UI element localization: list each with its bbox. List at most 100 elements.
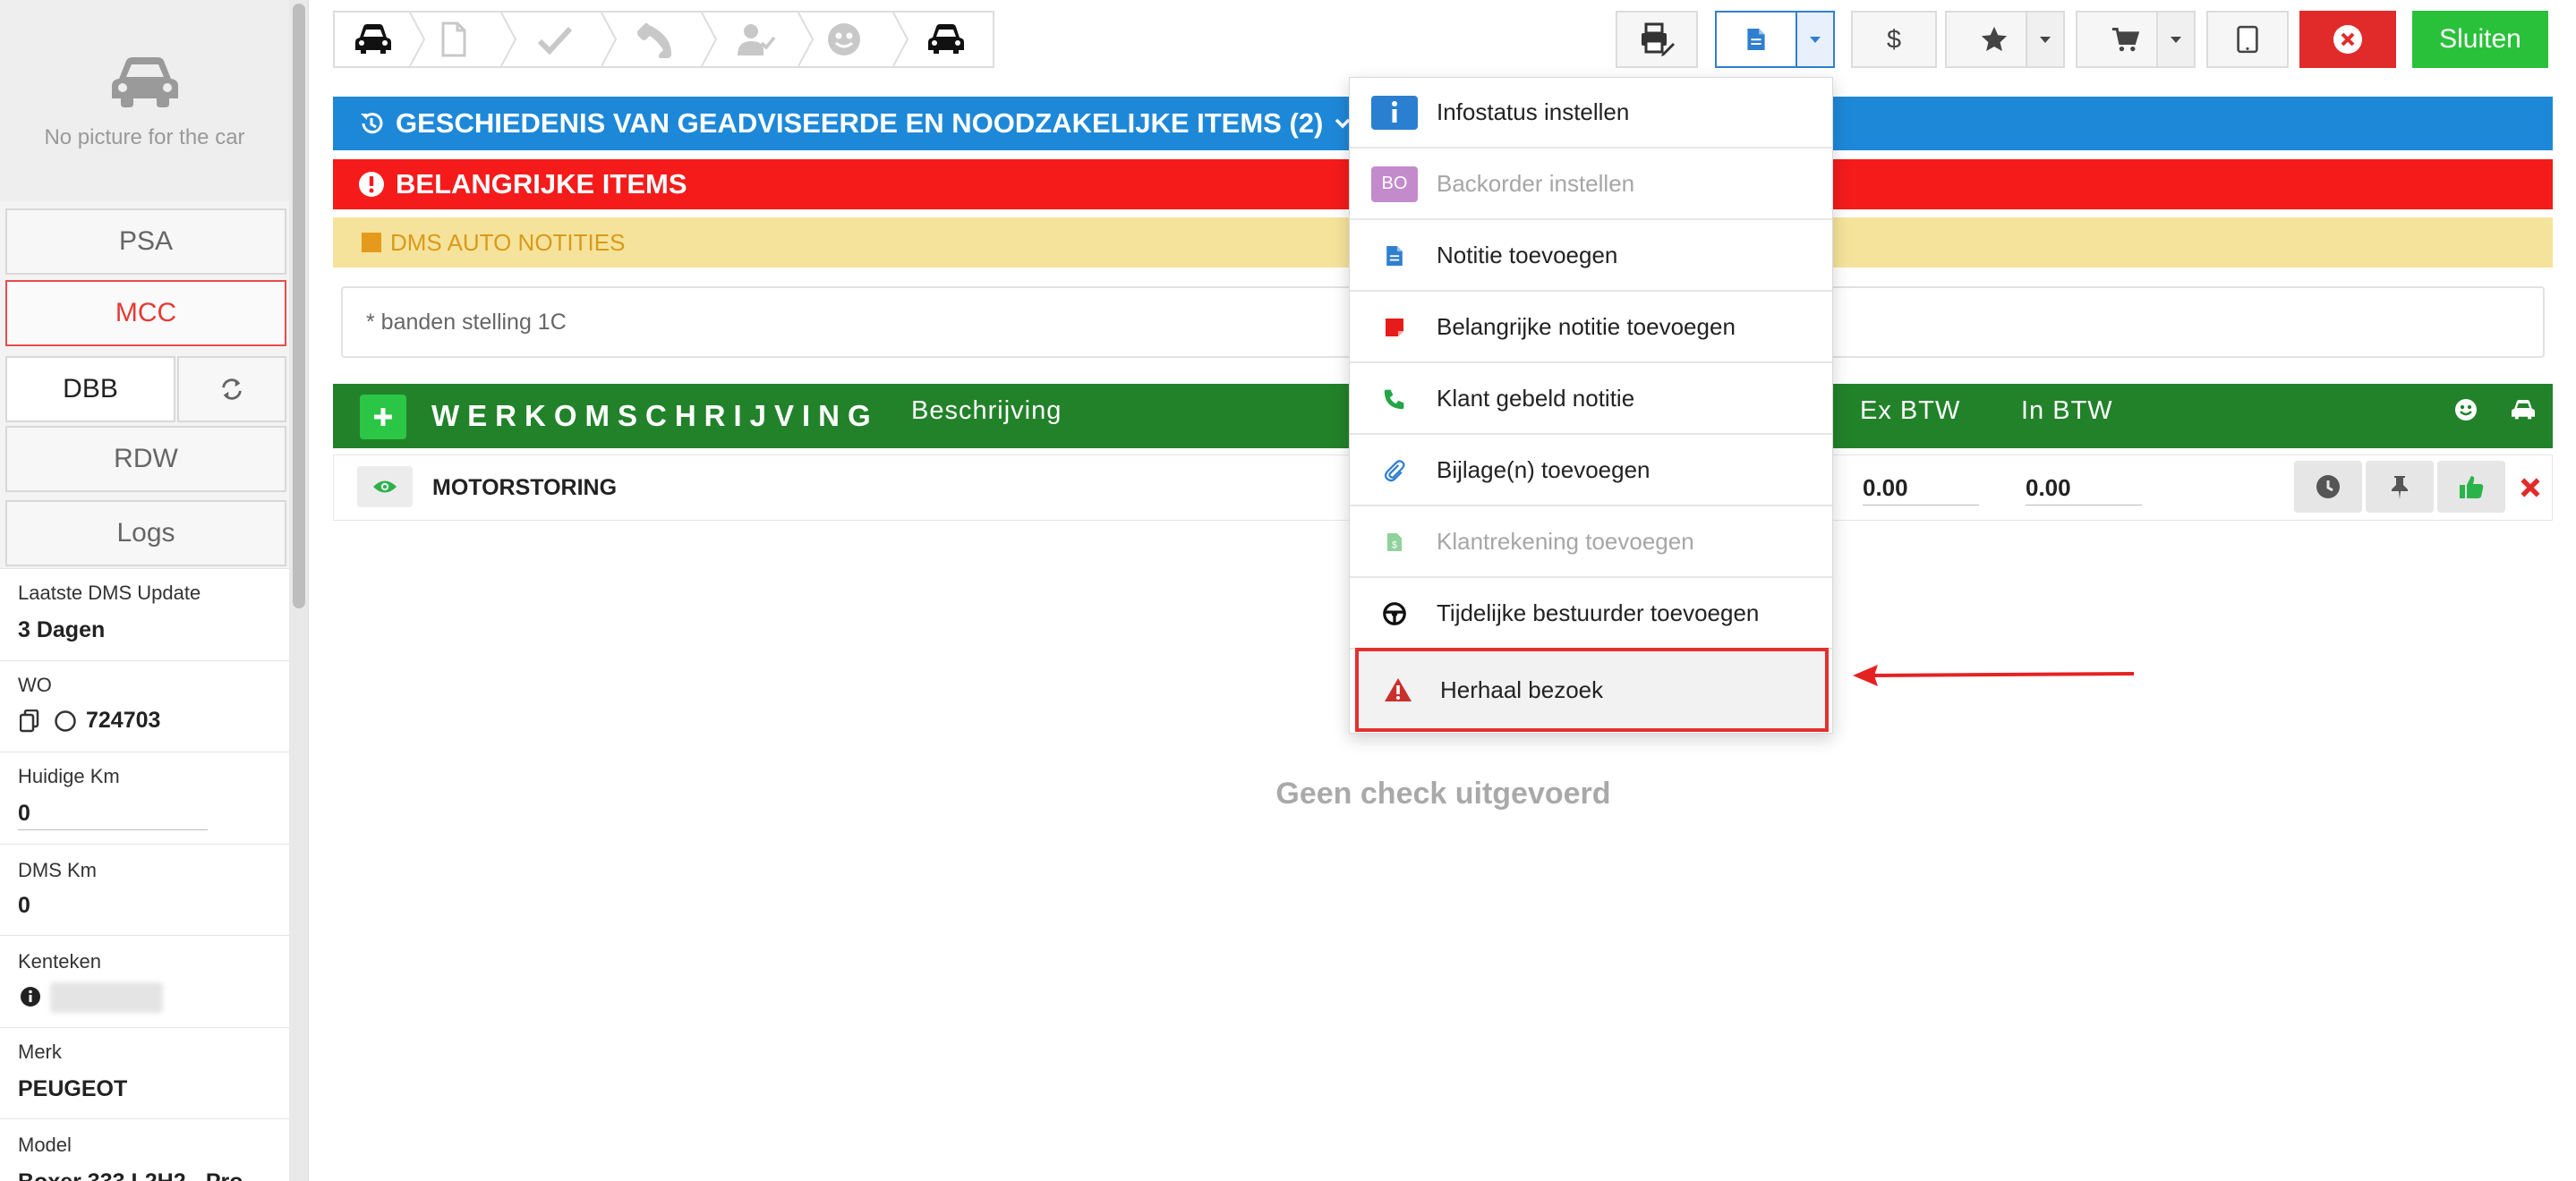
menu-item-infostatus[interactable]: Infostatus instellen: [1350, 78, 1832, 149]
svg-text:$: $: [1887, 26, 1901, 55]
info-label: Model: [18, 1134, 72, 1156]
cart-dropdown-caret[interactable]: [2156, 11, 2196, 68]
scrollbar-thumb[interactable]: [293, 4, 305, 608]
step-user-check[interactable]: [718, 13, 793, 66]
checkmark-icon: [537, 26, 573, 55]
red-note-icon: [1371, 310, 1418, 345]
clock-icon: [2316, 475, 2340, 498]
info-value: PEUGEOT: [18, 1076, 128, 1101]
step-separator: [701, 13, 718, 66]
favorite-dropdown-caret[interactable]: [2026, 11, 2065, 68]
smiley-icon: [2455, 399, 2477, 421]
annotation-arrow: [1853, 665, 2135, 686]
step-document[interactable]: [424, 13, 482, 66]
logs-button[interactable]: Logs: [5, 500, 286, 566]
smiley-icon: [828, 23, 860, 55]
refresh-icon: [222, 378, 242, 400]
info-value: Boxer 333 L2H2 - Pro: [18, 1169, 243, 1181]
close-icon: [2521, 478, 2540, 497]
invoice-icon: $: [1371, 524, 1418, 560]
phone-icon: [637, 22, 672, 58]
clock-button[interactable]: [2294, 461, 2362, 513]
user-check-icon: [738, 24, 776, 55]
plus-icon: [374, 408, 392, 426]
menu-item-label: Klant gebeld notitie: [1437, 385, 1635, 412]
step-smiley[interactable]: [813, 13, 875, 66]
warning-icon: [1375, 672, 1421, 708]
cancel-button[interactable]: [2299, 11, 2396, 68]
info-label: WO: [18, 674, 52, 696]
price-button[interactable]: $: [1851, 11, 1937, 68]
caret-down-icon: [2040, 37, 2051, 43]
menu-item-label: Backorder instellen: [1437, 170, 1635, 197]
important-items-title: BELANGRIJKE ITEMS: [396, 168, 687, 200]
cart-icon: [2111, 27, 2139, 52]
menu-item-important-note[interactable]: Belangrijke notitie toevoegen: [1350, 293, 1832, 363]
steering-wheel-icon: [1371, 596, 1418, 632]
pin-icon: [2392, 476, 2408, 499]
menu-item-customer-called[interactable]: Klant gebeld notitie: [1350, 364, 1832, 435]
print-edit-button[interactable]: [1616, 11, 1698, 68]
info-wo: WO 724703: [0, 660, 289, 752]
info-current-km: Huidige Km 0: [0, 752, 289, 844]
sidebar: No picture for the car PSA MCC DBB RDW L…: [0, 0, 309, 1181]
step-check[interactable]: [517, 13, 593, 66]
menu-item-label: Notitie toevoegen: [1437, 242, 1618, 268]
step-car-start[interactable]: [342, 13, 405, 66]
rdw-button[interactable]: RDW: [5, 426, 286, 492]
tablet-icon: [2237, 25, 2258, 54]
info-dms-km: DMS Km 0: [0, 844, 289, 935]
psa-button[interactable]: PSA: [5, 208, 286, 275]
info-icon: [1371, 95, 1418, 131]
info-last-dms-update: Laatste DMS Update 3 Dagen: [0, 568, 289, 660]
car-icon: [111, 56, 178, 107]
info-label: Kenteken: [18, 950, 101, 973]
caret-down-icon: [1810, 37, 1821, 43]
dbb-button[interactable]: DBB: [5, 356, 175, 422]
phone-icon: [1371, 381, 1418, 417]
pin-button[interactable]: [2366, 461, 2434, 513]
step-phone[interactable]: [618, 13, 693, 66]
mcc-button[interactable]: MCC: [5, 280, 286, 346]
car-photo-placeholder: No picture for the car: [0, 0, 289, 201]
menu-item-label: Tijdelijke bestuurder toevoegen: [1437, 599, 1760, 626]
menu-item-backorder[interactable]: BO Backorder instellen: [1350, 149, 1832, 220]
info-kenteken: Kenteken: [0, 935, 289, 1027]
eye-icon: [372, 480, 397, 493]
delete-button[interactable]: [2512, 455, 2548, 520]
current-km-input[interactable]: 0: [18, 801, 30, 827]
info-value: 3 Dagen: [18, 617, 106, 642]
sidebar-scrollbar[interactable]: [289, 0, 308, 1181]
status-steps: [333, 11, 994, 68]
toggle-visibility-button[interactable]: [357, 466, 413, 507]
info-icon[interactable]: [20, 986, 41, 1007]
ex-btw-input[interactable]: 0.00: [1863, 472, 1979, 506]
step-separator: [409, 13, 426, 66]
info-merk: Merk PEUGEOT: [0, 1027, 289, 1118]
menu-item-add-note[interactable]: Notitie toevoegen: [1350, 221, 1832, 292]
col-in-btw: In BTW: [2021, 395, 2113, 425]
notes-dropdown-menu: Infostatus instellen BO Backorder instel…: [1349, 77, 1833, 734]
menu-item-customer-invoice[interactable]: $ Klantrekening toevoegen: [1350, 507, 1832, 578]
approve-button[interactable]: [2437, 461, 2505, 513]
in-btw-input[interactable]: 0.00: [2026, 472, 2142, 506]
copy-icon[interactable]: [20, 709, 39, 733]
step-car-end[interactable]: [915, 13, 977, 66]
notes-dropdown-caret[interactable]: [1796, 11, 1835, 68]
menu-item-temporary-driver[interactable]: Tijdelijke bestuurder toevoegen: [1350, 579, 1832, 650]
tablet-button[interactable]: [2206, 11, 2289, 68]
add-work-button[interactable]: [360, 395, 406, 439]
info-label: Laatste DMS Update: [18, 582, 201, 604]
app-root: No picture for the car PSA MCC DBB RDW L…: [0, 0, 2576, 1181]
col-description: Beschrijving: [911, 395, 1062, 425]
notes-button[interactable]: [1715, 11, 1797, 68]
circle-radio-icon[interactable]: [54, 709, 77, 733]
car-icon: [2512, 399, 2535, 420]
menu-item-label: Klantrekening toevoegen: [1437, 528, 1694, 555]
close-button[interactable]: Sluiten: [2412, 11, 2548, 68]
refresh-button[interactable]: [177, 356, 286, 422]
svg-text:$: $: [1392, 540, 1397, 550]
menu-item-repeat-visit[interactable]: Herhaal bezoek: [1355, 648, 1829, 732]
menu-item-attachment[interactable]: Bijlage(n) toevoegen: [1350, 436, 1832, 506]
printer-edit-icon: [1642, 22, 1675, 56]
